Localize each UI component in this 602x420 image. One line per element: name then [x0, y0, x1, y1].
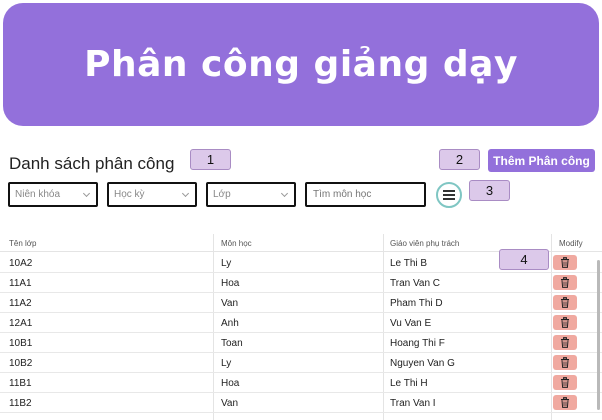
cell-class-name: 11B1 — [9, 378, 32, 389]
cell-class-name: 10B1 — [9, 338, 33, 349]
cell-class-name: 11A2 — [9, 298, 32, 309]
annotation-marker-1: 1 — [190, 149, 231, 170]
delete-button[interactable] — [553, 315, 577, 330]
cell-class-name: 10B2 — [9, 358, 33, 369]
table-row: 11B2 Van Tran Van I — [0, 393, 602, 413]
cell-class-name: 11B2 — [9, 398, 32, 409]
cell-subject: Van — [221, 398, 239, 409]
cell-teacher: Hoang Thi F — [390, 338, 445, 349]
header-modify: Modify — [559, 239, 583, 248]
cell-teacher: Tran Van I — [390, 398, 436, 409]
trash-icon — [561, 277, 569, 288]
cell-teacher: Le Thi B — [390, 258, 428, 269]
section-title: Danh sách phân công — [9, 154, 175, 173]
subject-search-input[interactable] — [305, 182, 426, 207]
delete-button[interactable] — [553, 295, 577, 310]
delete-button[interactable] — [553, 395, 577, 410]
page-title: Phân công giảng dạy — [84, 44, 518, 85]
cell-subject: Ly — [221, 258, 232, 269]
table-scrollbar[interactable] — [597, 260, 600, 410]
table-row: 10B1 Toan Hoang Thi F — [0, 333, 602, 353]
hamburger-line — [443, 194, 455, 196]
cell-class-name: 10A2 — [9, 258, 33, 269]
header-teacher: Giáo viên phụ trách — [390, 239, 460, 248]
trash-icon — [561, 297, 569, 308]
table-row: 10B2 Ly Nguyen Van G — [0, 353, 602, 373]
trash-icon — [561, 397, 569, 408]
cell-teacher: Vu Van E — [390, 318, 432, 329]
cell-teacher: Tran Van C — [390, 278, 441, 289]
table-row: 11B1 Hoa Le Thi H — [0, 373, 602, 393]
school-year-select[interactable]: Niên khóa — [8, 182, 98, 207]
trash-icon — [561, 257, 569, 268]
cell-teacher: Nguyen Van G — [390, 358, 455, 369]
trash-icon — [561, 377, 569, 388]
trash-icon — [561, 337, 569, 348]
cell-teacher: Pham Thi D — [390, 298, 443, 309]
chevron-down-icon — [181, 189, 190, 198]
delete-button[interactable] — [553, 255, 577, 270]
trash-icon — [561, 357, 569, 368]
add-assignment-button[interactable]: Thêm Phân công — [488, 149, 595, 172]
cell-class-name: 11A1 — [9, 278, 32, 289]
hamburger-line — [443, 198, 455, 200]
cell-subject: Hoa — [221, 278, 240, 289]
trash-icon — [561, 317, 569, 328]
annotation-marker-3: 3 — [469, 180, 510, 201]
cell-subject: Hoa — [221, 378, 240, 389]
table-row: 11A1 Hoa Tran Van C — [0, 273, 602, 293]
cell-subject: Van — [221, 298, 239, 309]
delete-button[interactable] — [553, 275, 577, 290]
table-row: 12A1 Anh Vu Van E — [0, 313, 602, 333]
semester-placeholder: Học kỳ — [114, 189, 145, 200]
chevron-down-icon — [280, 189, 289, 198]
school-year-placeholder: Niên khóa — [15, 189, 61, 200]
annotation-marker-2: 2 — [439, 149, 480, 170]
delete-button[interactable] — [553, 355, 577, 370]
header-subject: Môn học — [221, 239, 252, 248]
cell-subject: Ly — [221, 358, 232, 369]
semester-select[interactable]: Học kỳ — [107, 182, 197, 207]
chevron-down-icon — [82, 189, 91, 198]
class-placeholder: Lớp — [213, 189, 231, 200]
annotation-marker-4: 4 — [499, 249, 549, 270]
hamburger-menu-icon — [443, 190, 455, 192]
cell-subject: Toan — [221, 338, 243, 349]
delete-button[interactable] — [553, 375, 577, 390]
header-class-name: Tên lớp — [9, 239, 37, 248]
menu-button[interactable] — [436, 182, 462, 208]
cell-class-name: 12A1 — [9, 318, 33, 329]
delete-button[interactable] — [553, 335, 577, 350]
table-row: 11A2 Van Pham Thi D — [0, 293, 602, 313]
cell-teacher: Le Thi H — [390, 378, 428, 389]
cell-subject: Anh — [221, 318, 239, 329]
page-banner: Phân công giảng dạy — [3, 3, 599, 126]
class-select[interactable]: Lớp — [206, 182, 296, 207]
